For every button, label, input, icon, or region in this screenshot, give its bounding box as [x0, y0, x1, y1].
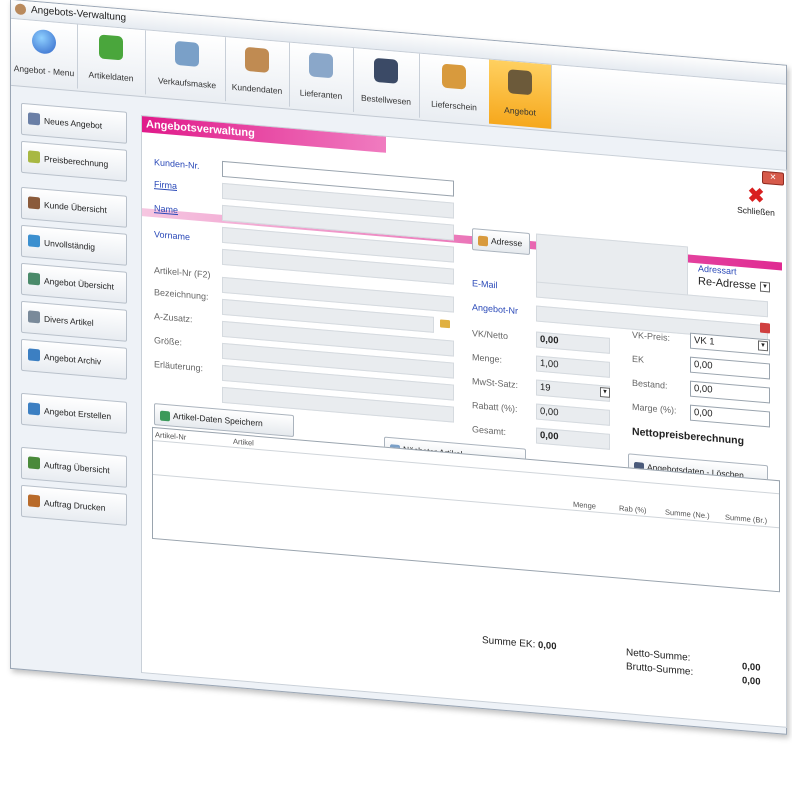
- label-summe-ek: Summe EK:: [482, 634, 536, 651]
- label-email: E-Mail: [472, 278, 498, 291]
- label-menge: Menge:: [472, 352, 503, 365]
- label-erlaeuterung: Erläuterung:: [154, 359, 204, 374]
- sidebar: Neues Angebot Preisberechnung Kunde Über…: [13, 88, 137, 673]
- summe-ek-value: 0,00: [538, 639, 557, 653]
- close-box-button[interactable]: ✕: [762, 170, 784, 186]
- register-icon: [175, 40, 199, 67]
- mwst-value: 19: [540, 381, 551, 394]
- sidebar-item-neues-angebot[interactable]: Neues Angebot: [21, 102, 127, 144]
- label-kunden-nr: Kunden-Nr.: [154, 157, 200, 171]
- marge-value: 0,00: [694, 406, 713, 420]
- archive-icon: [28, 348, 40, 362]
- sidebar-item-auftrag-uebersicht[interactable]: Auftrag Übersicht: [21, 446, 127, 488]
- label-vorname: Vorname: [154, 229, 191, 243]
- sidebar-item-angebot-archiv[interactable]: Angebot Archiv: [21, 338, 127, 380]
- calculator-icon: [28, 150, 40, 164]
- calendar-icon[interactable]: [760, 322, 770, 334]
- incomplete-icon: [28, 234, 40, 248]
- gesamt-value: 0,00: [540, 429, 559, 443]
- handshake-icon: [309, 52, 333, 79]
- bestand-value: 0,00: [694, 382, 713, 396]
- label-artikel-nr: Artikel-Nr (F2): [154, 265, 211, 280]
- label-angebot-nr: Angebot-Nr: [472, 302, 519, 317]
- chevron-down-icon[interactable]: ▼: [760, 281, 770, 293]
- new-offer-icon: [28, 112, 40, 126]
- create-offer-icon: [28, 402, 40, 416]
- app-icon: [15, 3, 26, 16]
- label-gesamt: Gesamt:: [472, 424, 507, 438]
- save-icon: [160, 410, 170, 422]
- label-brutto-summe: Brutto-Summe:: [626, 661, 694, 678]
- label-groesse: Größe:: [154, 335, 183, 348]
- people-icon: [245, 46, 269, 73]
- label-vk-netto: VK/Netto: [472, 328, 509, 342]
- vk-netto-value: 0,00: [540, 333, 559, 347]
- label-firma[interactable]: Firma: [154, 179, 177, 191]
- customer-icon: [28, 196, 40, 210]
- cubes-icon: [99, 34, 123, 61]
- sidebar-item-preisberechnung[interactable]: Preisberechnung: [21, 140, 127, 182]
- adresse-button[interactable]: Adresse: [472, 228, 530, 256]
- window-title: Angebots-Verwaltung: [31, 4, 127, 24]
- label-bestand: Bestand:: [632, 377, 668, 391]
- tab-lieferschein[interactable]: Lieferschein: [419, 53, 490, 124]
- ek-value: 0,00: [694, 358, 713, 372]
- label-bezeichnung: Bezeichnung:: [154, 287, 209, 302]
- sidebar-item-kunde-uebersicht[interactable]: Kunde Übersicht: [21, 186, 127, 228]
- label-mwst: MwSt-Satz:: [472, 376, 519, 391]
- close-button[interactable]: ✖ Schließen: [736, 185, 776, 218]
- tab-verkaufsmaske[interactable]: Verkaufsmaske: [149, 30, 226, 102]
- netto-summe-value: 0,00: [742, 661, 761, 674]
- label-marge: Marge (%):: [632, 401, 677, 416]
- sidebar-item-divers-artikel[interactable]: Divers Artikel: [21, 300, 127, 342]
- tab-bestellwesen[interactable]: Bestellwesen: [353, 48, 420, 118]
- vk-preis-chevron-icon[interactable]: ▼: [758, 340, 768, 352]
- offer-panel: Angebotsverwaltung ✕ ✖ Schließen Kunden-…: [141, 114, 787, 728]
- brutto-summe-value: 0,00: [742, 675, 761, 688]
- address-icon: [478, 235, 488, 247]
- sidebar-item-unvollstaendig[interactable]: Unvollständig: [21, 224, 127, 266]
- tab-lieferanten[interactable]: Lieferanten: [289, 42, 354, 113]
- tab-kundendaten[interactable]: Kundendaten: [225, 37, 290, 107]
- order-overview-icon: [28, 456, 40, 470]
- offer-icon: [508, 69, 532, 96]
- main-window: Angebots-Verwaltung Angebot - Menu Artik…: [10, 0, 787, 735]
- tab-angebot-menu[interactable]: Angebot - Menu: [11, 18, 78, 89]
- misc-article-icon: [28, 310, 40, 324]
- boxes-icon: [442, 63, 466, 90]
- adressart-value[interactable]: Re-Adresse: [698, 275, 756, 292]
- label-rabatt: Rabatt (%):: [472, 400, 518, 414]
- label-ek: EK: [632, 353, 645, 365]
- windows-orb-icon: [32, 28, 56, 55]
- label-nettopreisberechnung: Nettopreisberechnung: [632, 425, 745, 448]
- label-name[interactable]: Name: [154, 203, 178, 215]
- clipboard-icon: [374, 57, 398, 84]
- vk-preis-value: VK 1: [694, 334, 715, 348]
- tab-artikeldaten[interactable]: Artikeldaten: [77, 24, 146, 95]
- panel-title: Angebotsverwaltung: [142, 116, 386, 153]
- folder-icon[interactable]: [440, 319, 450, 329]
- sidebar-item-angebot-erstellen[interactable]: Angebot Erstellen: [21, 392, 127, 434]
- label-vk-preis: VK-Preis:: [632, 329, 671, 343]
- label-adressart: Adressart: [698, 263, 737, 277]
- print-order-icon: [28, 494, 40, 508]
- tab-angebot[interactable]: Angebot: [489, 59, 552, 129]
- label-a-zusatz: A-Zusatz:: [154, 311, 193, 325]
- sidebar-item-auftrag-drucken[interactable]: Auftrag Drucken: [21, 484, 127, 526]
- mwst-chevron-icon[interactable]: ▼: [600, 387, 610, 398]
- grid-divider-right: [153, 474, 779, 529]
- rabatt-value: 0,00: [540, 405, 559, 419]
- grid-header-artikel: Artikel: [233, 436, 254, 448]
- overview-icon: [28, 272, 40, 286]
- menge-value: 1,00: [540, 357, 559, 371]
- sidebar-item-angebot-uebersicht[interactable]: Angebot Übersicht: [21, 262, 127, 304]
